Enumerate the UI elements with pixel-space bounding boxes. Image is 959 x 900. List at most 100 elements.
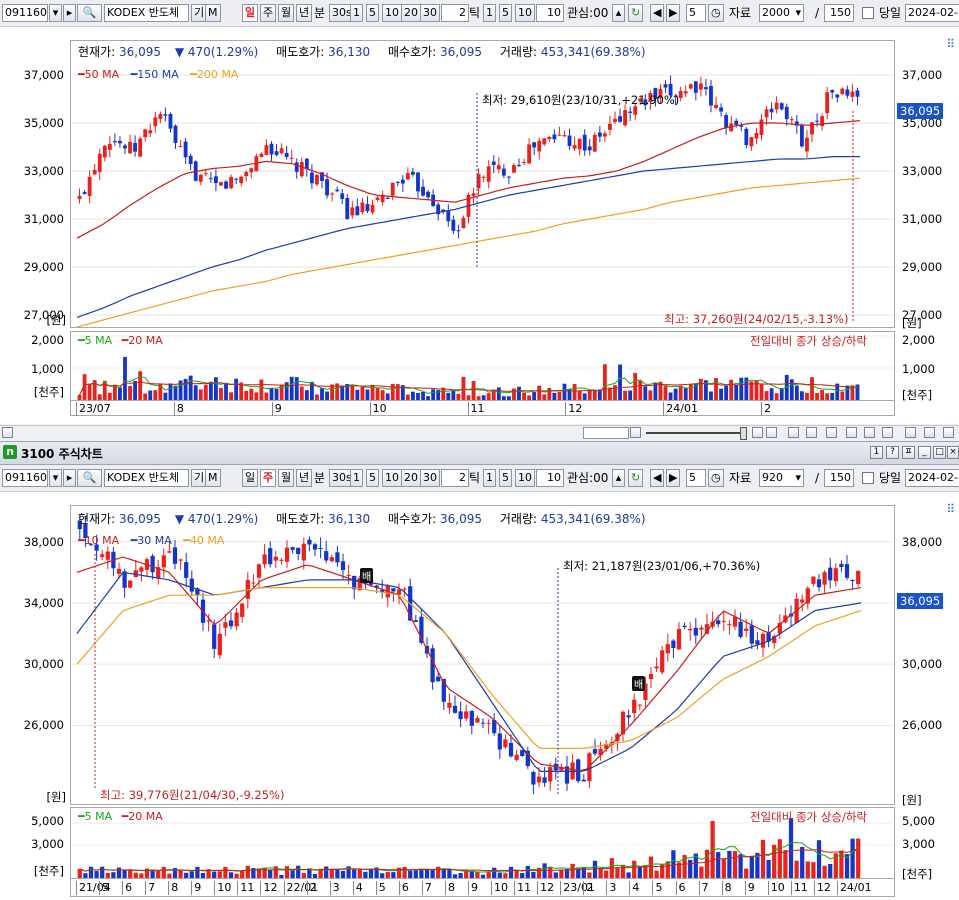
close-icon[interactable]: × <box>947 446 959 459</box>
magnify-icon[interactable] <box>766 427 777 438</box>
tick-count-input[interactable]: 10 <box>536 4 564 22</box>
zoom-slider-track[interactable] <box>646 432 746 434</box>
min20-button[interactable]: 20 <box>401 4 421 22</box>
period-day-button-2[interactable]: 일 <box>242 469 259 487</box>
minimize-icon[interactable]: _ <box>918 446 931 459</box>
min1-button[interactable]: 1 <box>350 4 363 22</box>
tick-input-2[interactable]: 2 <box>441 469 469 487</box>
min5-button[interactable]: 5 <box>366 4 379 22</box>
period-month-button[interactable]: 월 <box>278 4 295 22</box>
event-marker-2[interactable]: 배 <box>632 676 646 691</box>
price-plot-1[interactable] <box>70 40 895 328</box>
month-separator <box>583 881 585 895</box>
period-year-button-2[interactable]: 년 <box>296 469 313 487</box>
same-day-checkbox-2[interactable] <box>862 472 874 484</box>
window-titlebar[interactable]: n 3100 주식차트 1 ? ㅍ _ □ × <box>0 441 959 465</box>
month-separator <box>761 402 763 416</box>
tick1-button-2[interactable]: 1 <box>483 469 496 487</box>
tool-icon-4[interactable] <box>882 427 893 438</box>
min30-button-2[interactable]: 30 <box>420 469 440 487</box>
stock-code-input-2[interactable]: 091160 <box>2 469 48 487</box>
chart-scrollbar[interactable] <box>0 425 959 440</box>
candle-body <box>446 211 451 222</box>
view-count-input[interactable]: 150 <box>824 4 854 22</box>
candle-body <box>764 109 769 118</box>
code-dropdown-button[interactable]: ▾ <box>49 4 62 22</box>
tool-icon-5[interactable] <box>905 427 916 438</box>
period-week-button[interactable]: 주 <box>260 4 277 22</box>
next-arrow-button[interactable]: ▶ <box>666 4 681 22</box>
view-count-input-2[interactable]: 150 <box>824 469 854 487</box>
vol-tick-1b: 1,000 <box>31 362 64 376</box>
panel-menu-icon-2[interactable]: ⠿ <box>946 502 955 516</box>
step-input[interactable]: 5 <box>686 4 706 22</box>
volume-bar <box>553 872 558 878</box>
search-button-2[interactable]: 🔍 <box>77 469 102 487</box>
event-marker-1[interactable]: 배 <box>360 568 374 583</box>
period-day-button[interactable]: 일 <box>242 4 259 22</box>
tick-input[interactable]: 2 <box>441 4 469 22</box>
m-button-2[interactable]: M <box>205 469 221 487</box>
m-button[interactable]: M <box>205 4 221 22</box>
tool-icon-7[interactable] <box>943 427 954 438</box>
tick5-button[interactable]: 5 <box>499 4 512 22</box>
help-icon[interactable]: ? <box>886 446 899 459</box>
zoom-slider-handle[interactable] <box>740 427 747 440</box>
settings-icon[interactable] <box>846 427 857 438</box>
interest-spin-button[interactable]: ▴ <box>612 4 625 22</box>
min30-button[interactable]: 30 <box>420 4 440 22</box>
data-count-select[interactable]: 2000 ▾ <box>759 4 804 22</box>
period-week-button-2[interactable]: 주 <box>260 469 277 487</box>
tick-count-input-2[interactable]: 10 <box>536 469 564 487</box>
next-button[interactable]: ▸ <box>63 4 76 22</box>
data-count-select-2[interactable]: 920 ▾ <box>759 469 804 487</box>
clock-icon[interactable]: ◷ <box>708 4 724 22</box>
zoom-in-icon[interactable] <box>864 427 875 438</box>
step-input-2[interactable]: 5 <box>686 469 706 487</box>
volume-bar <box>269 388 274 400</box>
period-year-button[interactable]: 년 <box>296 4 313 22</box>
stock-code-input[interactable]: 091160 <box>2 4 48 22</box>
date-field[interactable]: 2024-02-1 <box>905 4 959 22</box>
tool-icon-1[interactable] <box>788 427 799 438</box>
scroll-right-button[interactable] <box>630 427 641 438</box>
next-arrow-button-2[interactable]: ▶ <box>666 469 681 487</box>
stock-name-field-2[interactable]: KODEX 반도체 <box>104 469 189 487</box>
price-plot-2[interactable] <box>70 505 895 805</box>
code-dropdown-button-2[interactable]: ▾ <box>49 469 62 487</box>
pin-icon[interactable]: ㅍ <box>902 446 915 459</box>
prev-arrow-button-2[interactable]: ◀ <box>650 469 665 487</box>
prev-arrow-button[interactable]: ◀ <box>650 4 665 22</box>
volume-bar <box>447 869 452 878</box>
date-field-2[interactable]: 2024-02-1 <box>905 469 959 487</box>
min1-button-2[interactable]: 1 <box>350 469 363 487</box>
stock-name-field[interactable]: KODEX 반도체 <box>104 4 189 22</box>
search-button[interactable]: 🔍 <box>77 4 102 22</box>
panel-menu-icon[interactable]: ⠿ <box>946 37 955 51</box>
refresh-icon[interactable]: ↻ <box>628 4 644 22</box>
scroll-left-button[interactable] <box>2 427 13 438</box>
volume-bar <box>815 393 819 400</box>
min5-button-2[interactable]: 5 <box>366 469 379 487</box>
tool-icon-6[interactable] <box>924 427 935 438</box>
tool-icon-3[interactable] <box>826 427 837 438</box>
tool-icon-2[interactable] <box>806 427 817 438</box>
refresh-icon-2[interactable]: ↻ <box>628 469 644 487</box>
scroll-thumb[interactable] <box>583 427 629 439</box>
min20-button-2[interactable]: 20 <box>401 469 421 487</box>
clock-icon-2[interactable]: ◷ <box>708 469 724 487</box>
interest-spin-button-2[interactable]: ▴ <box>612 469 625 487</box>
period-month-button-2[interactable]: 월 <box>278 469 295 487</box>
min10-button[interactable]: 10 <box>382 4 402 22</box>
maximize-icon[interactable]: □ <box>933 446 946 459</box>
window-num-button[interactable]: 1 <box>870 446 883 459</box>
tick5-button-2[interactable]: 5 <box>499 469 512 487</box>
tick1-button[interactable]: 1 <box>483 4 496 22</box>
zoom-out-icon[interactable] <box>752 427 763 438</box>
tick10-button-2[interactable]: 10 <box>515 469 535 487</box>
next-button-2[interactable]: ▸ <box>63 469 76 487</box>
min10-button-2[interactable]: 10 <box>382 469 402 487</box>
tick10-button[interactable]: 10 <box>515 4 535 22</box>
candle-body <box>749 625 754 644</box>
same-day-checkbox[interactable] <box>862 7 874 19</box>
